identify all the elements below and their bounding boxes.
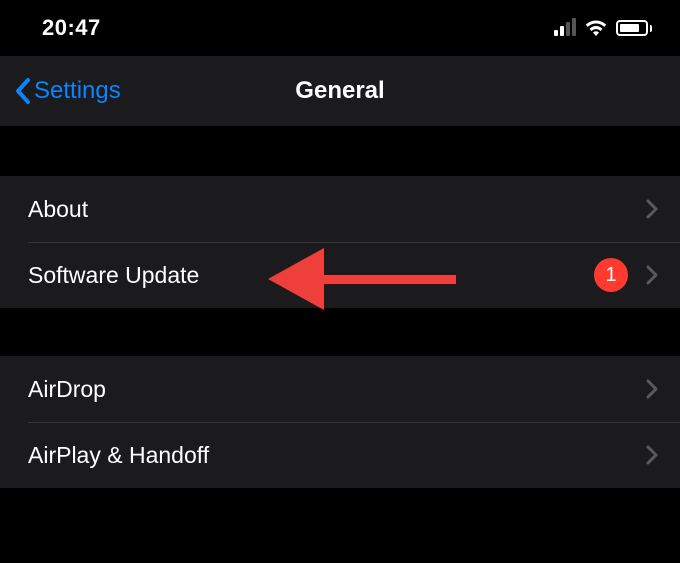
row-label: AirPlay & Handoff — [28, 442, 646, 469]
cellular-signal-icon — [554, 20, 576, 36]
chevron-right-icon — [646, 379, 658, 399]
row-airdrop[interactable]: AirDrop — [0, 356, 680, 422]
section-gap — [0, 126, 680, 176]
row-airplay-handoff[interactable]: AirPlay & Handoff — [0, 422, 680, 488]
chevron-right-icon — [646, 445, 658, 465]
notification-badge: 1 — [594, 258, 628, 292]
chevron-left-icon — [14, 77, 32, 105]
status-indicators — [554, 19, 652, 37]
row-label: About — [28, 196, 646, 223]
back-label: Settings — [34, 77, 121, 105]
status-time: 20:47 — [42, 15, 101, 41]
section-gap — [0, 308, 680, 356]
row-label: Software Update — [28, 262, 594, 289]
back-button[interactable]: Settings — [14, 77, 121, 105]
settings-group-2: AirDrop AirPlay & Handoff — [0, 356, 680, 488]
row-about[interactable]: About — [0, 176, 680, 242]
row-label: AirDrop — [28, 376, 646, 403]
row-software-update[interactable]: Software Update 1 — [0, 242, 680, 308]
battery-icon — [616, 20, 652, 36]
chevron-right-icon — [646, 199, 658, 219]
nav-header: Settings General — [0, 56, 680, 126]
settings-group-1: About Software Update 1 — [0, 176, 680, 308]
chevron-right-icon — [646, 265, 658, 285]
status-bar: 20:47 — [0, 0, 680, 56]
wifi-icon — [584, 19, 608, 37]
